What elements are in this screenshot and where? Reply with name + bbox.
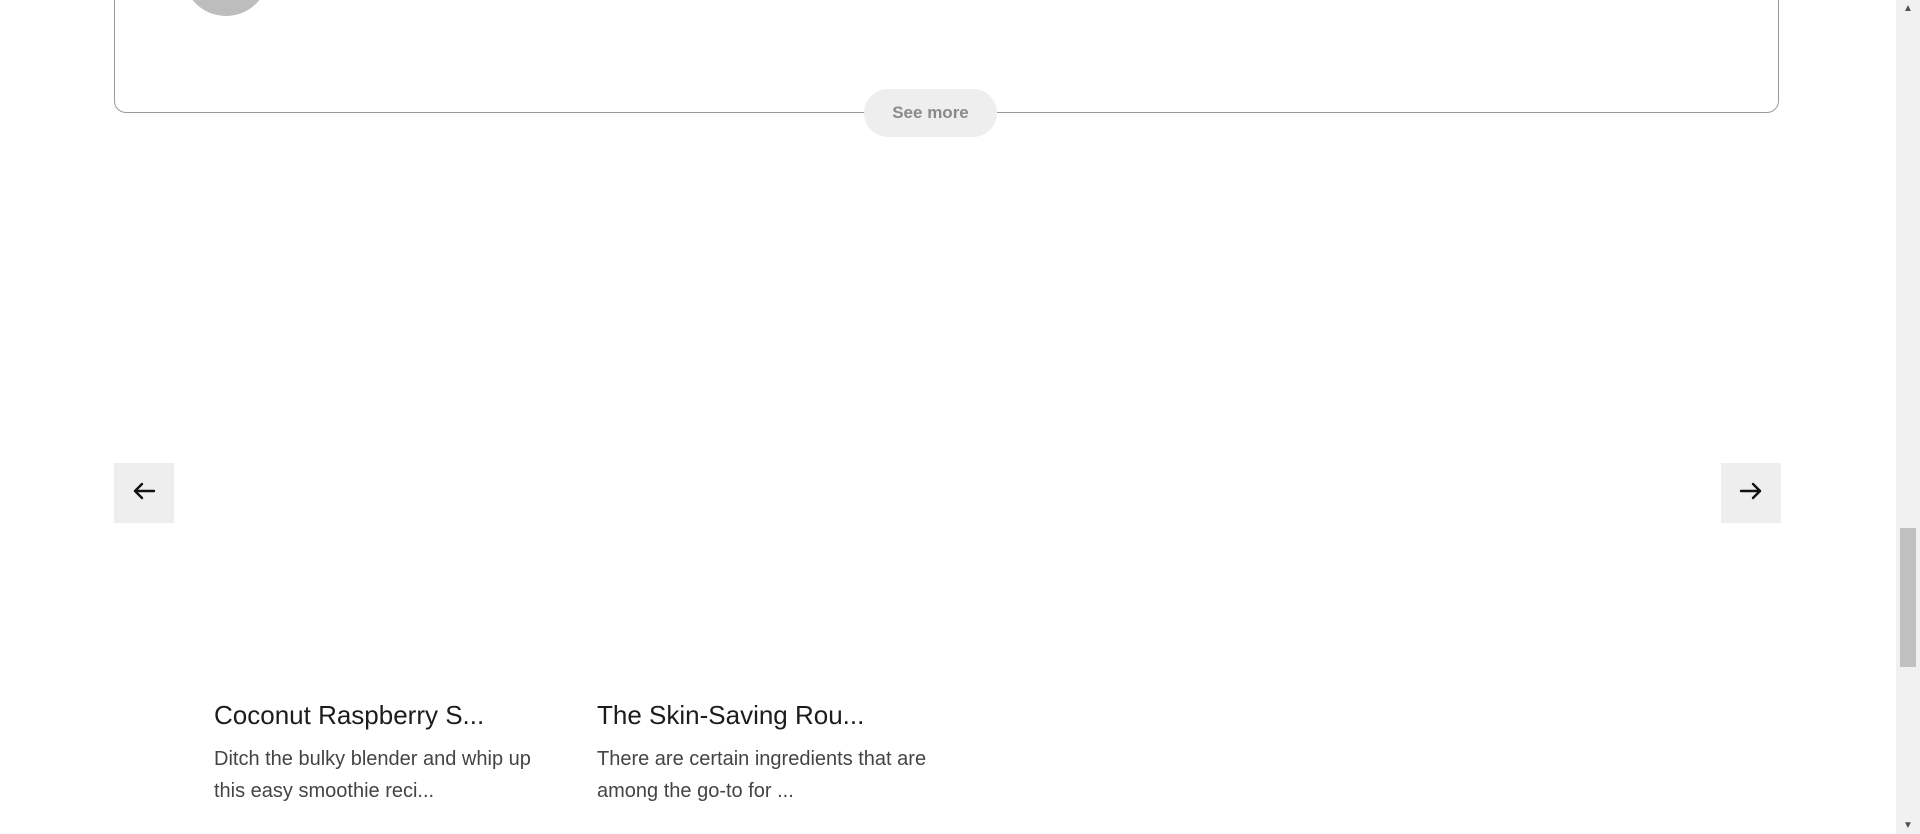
article-excerpt: There are certain ingredients that are a… [597,748,927,803]
article-excerpt: Ditch the bulky blender and whip up this… [214,748,531,803]
page: See more Coconut Raspberry S... Ditch th… [0,0,1920,834]
scroll-down-icon[interactable]: ▼ [1896,817,1920,834]
see-more-button[interactable]: See more [864,89,997,137]
vertical-scrollbar[interactable]: ▲ ▼ [1896,0,1920,834]
scroll-up-icon[interactable]: ▲ [1896,0,1920,17]
article-card[interactable]: Coconut Raspberry S... Ditch the bulky b… [214,700,554,807]
carousel-next-button[interactable] [1721,463,1781,523]
article-card[interactable]: The Skin-Saving Rou... There are certain… [597,700,937,807]
article-title[interactable]: Coconut Raspberry S... [214,700,554,731]
arrow-right-icon [1736,476,1766,511]
article-title[interactable]: The Skin-Saving Rou... [597,700,937,731]
carousel-prev-button[interactable] [114,463,174,523]
scrollbar-thumb[interactable] [1900,528,1916,667]
arrow-left-icon [129,476,159,511]
